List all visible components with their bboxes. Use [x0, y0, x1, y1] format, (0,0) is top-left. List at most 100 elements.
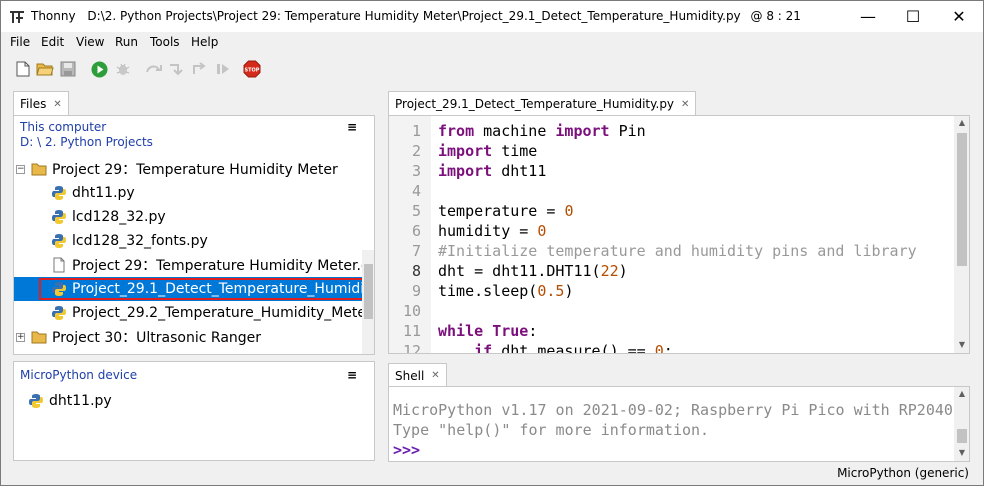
- save-button[interactable]: [59, 60, 77, 78]
- maximize-button[interactable]: ☐: [890, 1, 936, 32]
- menu-file[interactable]: File: [10, 35, 30, 49]
- code-token: dht11: [492, 162, 547, 180]
- close-icon[interactable]: ✕: [681, 99, 689, 110]
- scrollbar-thumb[interactable]: [957, 429, 967, 443]
- resume-button[interactable]: [214, 60, 232, 78]
- open-folder-icon: [36, 63, 54, 76]
- shell-tab-label: Shell: [395, 368, 425, 383]
- line-number: 7: [411, 242, 421, 260]
- code-line: import time: [438, 141, 958, 161]
- code-token: time.sleep(: [438, 282, 538, 300]
- code-token: ): [564, 282, 574, 300]
- editor-pane[interactable]: 1 2 3 4 5 6 7 8 9 10 11 12 from machine import Pin i…: [388, 115, 970, 354]
- location-path-link[interactable]: D: \ 2. Python Projects: [20, 135, 153, 149]
- shell-pane[interactable]: MicroPython v1.17 on 2021-09-02; Raspber…: [388, 386, 970, 462]
- run-button[interactable]: [90, 60, 108, 78]
- svg-text:STOP: STOP: [245, 68, 260, 74]
- this-computer-link[interactable]: This computer: [20, 120, 106, 134]
- thonny-window: Thonny D:\2. Python Projects\Project 29:…: [0, 0, 984, 486]
- code-text[interactable]: from machine import Pin import time import…: [438, 121, 958, 354]
- stop-button[interactable]: STOP: [243, 60, 261, 78]
- expand-icon[interactable]: +: [16, 333, 25, 342]
- code-line: #Initialize temperature and humidity pin…: [438, 241, 958, 261]
- shell-help-line: Type "help()" for more information.: [393, 421, 710, 439]
- scroll-down-arrow-icon[interactable]: ▼: [955, 340, 969, 349]
- code-line: humidity = 0: [438, 221, 958, 241]
- maximize-icon: ☐: [905, 7, 921, 26]
- title-bar[interactable]: Thonny D:\2. Python Projects\Project 29:…: [1, 1, 983, 32]
- code-token: True: [492, 322, 529, 340]
- device-menu-icon[interactable]: ≡: [347, 368, 357, 382]
- tree-item-folder[interactable]: Project 30：Ultrasonic Ranger: [31, 325, 364, 349]
- tab-files[interactable]: Files ✕: [13, 91, 69, 116]
- file-path: D:\2. Python Projects\Project 29: Temper…: [87, 9, 741, 23]
- code-token: 0.5: [537, 282, 565, 300]
- close-icon[interactable]: ✕: [431, 370, 439, 381]
- folder-icon: [31, 163, 47, 176]
- menu-help[interactable]: Help: [191, 35, 218, 49]
- close-icon[interactable]: ✕: [53, 99, 61, 110]
- editor-scrollbar[interactable]: ▲ ▼: [954, 116, 969, 353]
- new-file-icon: [16, 61, 30, 77]
- shell-scrollbar[interactable]: ▲ ▼: [954, 387, 969, 461]
- tree-item-file[interactable]: lcd128_32.py: [51, 205, 364, 229]
- save-icon: [60, 61, 76, 77]
- tree-item-file[interactable]: dht11.py: [51, 181, 364, 205]
- debug-button[interactable]: [114, 60, 132, 78]
- menu-run[interactable]: Run: [115, 35, 138, 49]
- tree-item-label: Project_29.2_Temperature_Humidity_Meter.…: [72, 305, 364, 321]
- tree-item-file-selected[interactable]: Project_29.1_Detect_Temperature_Humidity…: [14, 277, 364, 301]
- device-file-item[interactable]: dht11.py: [28, 389, 328, 413]
- code-line: time.sleep(0.5): [438, 281, 958, 301]
- code-token: while: [438, 322, 484, 340]
- scroll-up-arrow-icon[interactable]: ▲: [955, 118, 969, 127]
- open-file-button[interactable]: [36, 60, 54, 78]
- files-menu-icon[interactable]: ≡: [347, 120, 357, 134]
- tree-item-file[interactable]: Project 29：Temperature Humidity Meter.do…: [51, 253, 364, 277]
- code-token: temperature =: [438, 202, 565, 220]
- folder-icon: [31, 331, 47, 344]
- new-file-button[interactable]: [14, 60, 32, 78]
- tab-shell[interactable]: Shell ✕: [388, 363, 447, 387]
- step-out-button[interactable]: [191, 60, 209, 78]
- code-token: :: [528, 322, 538, 340]
- tree-item-file[interactable]: Project_29.2_Temperature_Humidity_Meter.…: [51, 301, 364, 325]
- scrollbar-thumb[interactable]: [364, 264, 373, 319]
- shell-prompt[interactable]: >>>: [393, 440, 420, 460]
- tab-editor-file[interactable]: Project_29.1_Detect_Temperature_Humidity…: [388, 91, 697, 116]
- code-token: dht = dht11.DHT11(: [438, 262, 601, 280]
- code-token: import: [438, 142, 493, 160]
- close-window-button[interactable]: ✕: [936, 1, 982, 32]
- line-number: 1: [411, 122, 421, 140]
- minimize-button[interactable]: —: [845, 1, 891, 32]
- code-token: 0: [654, 342, 664, 354]
- tree-item-label: Project 29：Temperature Humidity Meter.do…: [72, 258, 364, 274]
- code-token: 0: [537, 222, 547, 240]
- scroll-up-arrow-icon[interactable]: ▲: [955, 389, 969, 398]
- menu-view[interactable]: View: [76, 35, 104, 49]
- menu-tools[interactable]: Tools: [150, 35, 180, 49]
- bug-icon: [116, 63, 130, 75]
- step-into-button[interactable]: [168, 60, 186, 78]
- code-token: humidity =: [438, 222, 538, 240]
- code-token: :: [663, 342, 673, 354]
- code-line: temperature = 0: [438, 201, 958, 221]
- step-into-icon: [170, 64, 183, 76]
- code-token: from: [438, 122, 475, 140]
- line-number: 3: [411, 162, 421, 180]
- scrollbar-thumb[interactable]: [957, 133, 967, 266]
- collapse-icon[interactable]: −: [16, 165, 25, 174]
- tree-item-file[interactable]: lcd128_32_fonts.py: [51, 229, 364, 253]
- interpreter-status[interactable]: MicroPython (generic): [837, 466, 969, 480]
- code-token: 0: [564, 202, 574, 220]
- menu-edit[interactable]: Edit: [41, 35, 64, 49]
- tree-item-folder[interactable]: Project 29：Temperature Humidity Meter: [31, 157, 364, 181]
- code-token: time: [492, 142, 538, 160]
- code-token: ): [618, 262, 628, 280]
- scroll-down-arrow-icon[interactable]: ▼: [955, 448, 969, 457]
- code-token: 22: [600, 262, 619, 280]
- files-scrollbar[interactable]: [362, 250, 374, 354]
- step-over-button[interactable]: [145, 60, 163, 78]
